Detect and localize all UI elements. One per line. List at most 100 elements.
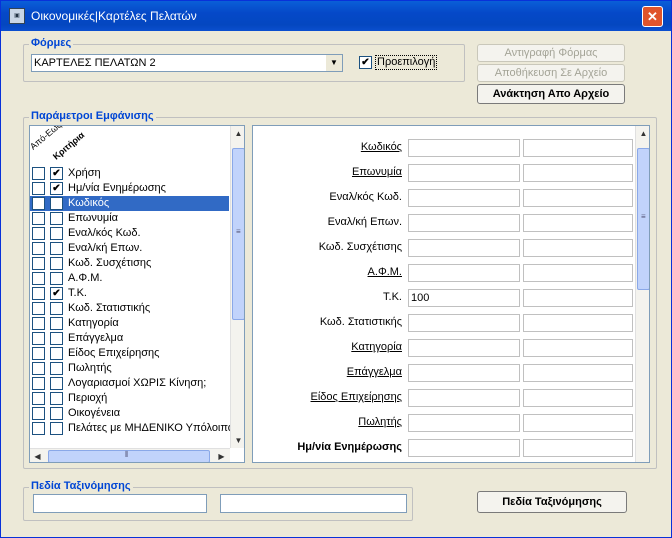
from-to-checkbox[interactable]: [32, 212, 45, 225]
list-item[interactable]: ✔ Χρήση: [30, 166, 229, 181]
copy-form-button[interactable]: Αντιγραφή Φόρμας: [477, 44, 625, 62]
from-to-checkbox[interactable]: [32, 257, 45, 270]
list-item[interactable]: ✔ Ημ/νία Ενημέρωσης: [30, 181, 229, 196]
criteria-checkbox[interactable]: [50, 377, 63, 390]
criteria-checkbox[interactable]: [50, 272, 63, 285]
from-to-checkbox[interactable]: [32, 167, 45, 180]
from-to-checkbox[interactable]: [32, 377, 45, 390]
from-to-checkbox[interactable]: [32, 302, 45, 315]
field-from-input[interactable]: [408, 364, 520, 382]
list-item[interactable]: Εναλ/κός Κωδ.: [30, 226, 229, 241]
field-from-input[interactable]: [408, 439, 520, 457]
list-item[interactable]: Περιοχή: [30, 391, 229, 406]
from-to-checkbox[interactable]: [32, 272, 45, 285]
field-to-input[interactable]: [523, 389, 633, 407]
from-to-checkbox[interactable]: [32, 332, 45, 345]
criteria-checkbox[interactable]: [50, 257, 63, 270]
from-to-checkbox[interactable]: [32, 407, 45, 420]
scroll-left-icon[interactable]: ◀: [30, 449, 45, 462]
criteria-checkbox[interactable]: [50, 302, 63, 315]
field-from-input[interactable]: [408, 214, 520, 232]
close-button[interactable]: ✕: [642, 6, 663, 27]
scroll-thumb[interactable]: ≡: [232, 148, 244, 320]
params-list-vscroll[interactable]: ▲ ≡ ▼: [230, 126, 244, 448]
list-item[interactable]: Επάγγελμα: [30, 331, 229, 346]
criteria-checkbox[interactable]: [50, 212, 63, 225]
list-item[interactable]: Κωδ. Στατιστικής: [30, 301, 229, 316]
list-item[interactable]: Οικογένεια: [30, 406, 229, 421]
criteria-checkbox[interactable]: [50, 332, 63, 345]
criteria-checkbox[interactable]: [50, 392, 63, 405]
sort-field-2[interactable]: [220, 494, 407, 513]
field-to-input[interactable]: [523, 189, 633, 207]
list-item[interactable]: Πελάτες με ΜΗΔΕΝΙΚΟ Υπόλοιπο: [30, 421, 234, 436]
scroll-down-icon[interactable]: ▼: [231, 433, 244, 448]
load-from-file-button[interactable]: Ανάκτηση Απο Αρχείο: [477, 84, 625, 104]
fields-panel-vscroll[interactable]: ▲ ≡: [635, 126, 649, 462]
from-to-checkbox[interactable]: [32, 227, 45, 240]
list-item[interactable]: Α.Φ.Μ.: [30, 271, 229, 286]
field-to-input[interactable]: [523, 164, 633, 182]
field-to-input[interactable]: [523, 314, 633, 332]
field-from-input[interactable]: [408, 239, 520, 257]
from-to-checkbox[interactable]: [32, 182, 45, 195]
field-label[interactable]: Είδος Επιχείρησης: [311, 391, 402, 403]
params-list-hscroll[interactable]: ◀ ⦀ ▶: [30, 448, 230, 462]
field-label[interactable]: Κωδικός: [361, 141, 402, 153]
criteria-checkbox[interactable]: ✔: [50, 182, 63, 195]
chevron-down-icon[interactable]: ▼: [326, 55, 342, 71]
params-list[interactable]: Από-Εως Κριτήρια ✔ Χρήση ✔ Ημ/νία Ενημέρωση…: [29, 125, 245, 463]
criteria-checkbox[interactable]: [50, 197, 63, 210]
field-from-input[interactable]: 100: [408, 289, 520, 307]
field-from-input[interactable]: [408, 389, 520, 407]
field-to-input[interactable]: [523, 139, 633, 157]
from-to-checkbox[interactable]: [32, 422, 45, 435]
field-label[interactable]: Α.Φ.Μ.: [368, 266, 402, 278]
list-item[interactable]: Είδος Επιχείρησης: [30, 346, 229, 361]
scroll-right-icon[interactable]: ▶: [214, 449, 229, 462]
hscroll-thumb[interactable]: ⦀: [48, 450, 210, 462]
save-to-file-button[interactable]: Αποθήκευση Σε Αρχείο: [477, 64, 625, 82]
field-from-input[interactable]: [408, 139, 520, 157]
field-from-input[interactable]: [408, 264, 520, 282]
criteria-checkbox[interactable]: ✔: [50, 167, 63, 180]
from-to-checkbox[interactable]: [32, 197, 45, 210]
field-to-input[interactable]: [523, 214, 633, 232]
default-checkbox[interactable]: ✔: [359, 56, 372, 69]
scroll-thumb[interactable]: ≡: [637, 148, 649, 290]
title-bar[interactable]: ▣ Οικονομικές|Καρτέλες Πελατών ✕: [1, 1, 671, 31]
criteria-checkbox[interactable]: [50, 242, 63, 255]
field-from-input[interactable]: [408, 314, 520, 332]
from-to-checkbox[interactable]: [32, 242, 45, 255]
list-item[interactable]: Κωδικός: [30, 196, 229, 211]
from-to-checkbox[interactable]: [32, 392, 45, 405]
list-item[interactable]: Επωνυμία: [30, 211, 229, 226]
field-from-input[interactable]: [408, 189, 520, 207]
field-from-input[interactable]: [408, 339, 520, 357]
sort-fields-button[interactable]: Πεδία Ταξινόμησης: [477, 491, 627, 513]
field-label[interactable]: Πωλητής: [358, 416, 402, 428]
criteria-checkbox[interactable]: [50, 407, 63, 420]
from-to-checkbox[interactable]: [32, 317, 45, 330]
field-label[interactable]: Επάγγελμα: [347, 366, 402, 378]
criteria-checkbox[interactable]: [50, 227, 63, 240]
field-to-input[interactable]: [523, 264, 633, 282]
from-to-checkbox[interactable]: [32, 287, 45, 300]
sort-field-1[interactable]: [33, 494, 207, 513]
scroll-up-icon[interactable]: ▲: [231, 126, 244, 141]
list-item[interactable]: Κατηγορία: [30, 316, 229, 331]
criteria-checkbox[interactable]: [50, 422, 63, 435]
field-to-input[interactable]: [523, 339, 633, 357]
scroll-up-icon[interactable]: ▲: [636, 126, 649, 141]
list-item[interactable]: Λογαριασμοί ΧΩΡΙΣ Κίνηση;: [30, 376, 229, 391]
field-label[interactable]: Επωνυμία: [352, 166, 402, 178]
field-to-input[interactable]: [523, 289, 633, 307]
criteria-checkbox[interactable]: [50, 317, 63, 330]
list-item[interactable]: ✔ Τ.Κ.: [30, 286, 229, 301]
criteria-checkbox[interactable]: ✔: [50, 287, 63, 300]
criteria-checkbox[interactable]: [50, 347, 63, 360]
field-label[interactable]: Κατηγορία: [351, 341, 402, 353]
field-to-input[interactable]: [523, 414, 633, 432]
list-item[interactable]: Πωλητής: [30, 361, 229, 376]
form-select[interactable]: ΚΑΡΤΕΛΕΣ ΠΕΛΑΤΩΝ 2 ▼: [31, 54, 343, 72]
